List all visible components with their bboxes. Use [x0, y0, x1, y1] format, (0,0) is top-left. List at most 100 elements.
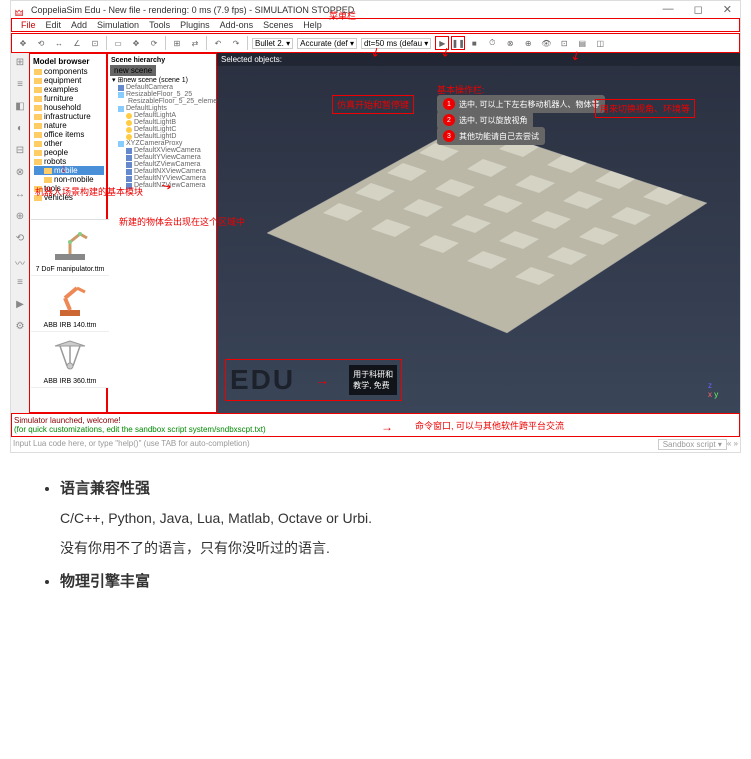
avatar-icon[interactable]: ◐: [13, 123, 27, 137]
mb-item[interactable]: examples: [34, 85, 104, 94]
viewport-3d[interactable]: Selected objects:: [217, 53, 740, 413]
ik-icon[interactable]: ⊕: [13, 211, 27, 225]
sh-item[interactable]: DefaultCamera: [110, 84, 214, 91]
close-button[interactable]: ✕: [719, 3, 736, 16]
camera-pan-icon[interactable]: ✥: [16, 36, 30, 50]
sh-item[interactable]: DefaultZViewCamera: [110, 161, 214, 168]
camera-angle-icon[interactable]: ∠: [70, 36, 84, 50]
dist-icon[interactable]: ↔: [13, 189, 27, 203]
annotation-sim-buttons: 仿真开始和暂停键: [332, 95, 414, 114]
menu-file[interactable]: File: [16, 20, 41, 30]
scroll-arrows[interactable]: « »: [727, 439, 738, 450]
toggle1-icon[interactable]: 👁: [539, 36, 553, 50]
physics-engine-combo[interactable]: Bullet 2. ▾: [252, 38, 293, 49]
transfer-icon[interactable]: ⇄: [188, 36, 202, 50]
path-icon[interactable]: 〰: [13, 255, 27, 269]
viewport-header: Selected objects:: [217, 53, 740, 66]
mb-item[interactable]: people: [34, 148, 104, 157]
sh-item[interactable]: DefaultLights: [110, 105, 214, 112]
rotate-icon[interactable]: ⟳: [147, 36, 161, 50]
threaded-icon[interactable]: ⊗: [503, 36, 517, 50]
separator: [165, 36, 166, 50]
annotation-new-objects: 新建的物体会出现在这个区域中: [119, 215, 245, 228]
sh-item[interactable]: DefaultLightB: [110, 119, 214, 126]
object-icon: [118, 106, 124, 112]
camera-zoom-icon[interactable]: ↔: [52, 36, 66, 50]
hierarchy-icon[interactable]: ⊞: [13, 57, 27, 71]
undo-icon[interactable]: ↶: [211, 36, 225, 50]
camera-rotate-icon[interactable]: ⟲: [34, 36, 48, 50]
bubble-num: 1: [443, 98, 455, 110]
toggle2-icon[interactable]: ⊡: [557, 36, 571, 50]
timestep-combo[interactable]: dt=50 ms (defau ▾: [361, 38, 431, 49]
script-combo[interactable]: Sandbox script ▾: [658, 439, 727, 450]
model-browser-header: Model browser: [32, 56, 104, 67]
sh-item[interactable]: DefaultLightA: [110, 112, 214, 119]
separator: [247, 36, 248, 50]
video-icon[interactable]: ▶: [13, 299, 27, 313]
model-preview-item[interactable]: ABB IRB 360.ttm: [31, 332, 109, 388]
sh-item[interactable]: XYZCameraProxy: [110, 140, 214, 147]
sh-item[interactable]: DefaultLightC: [110, 126, 214, 133]
model-preview-item[interactable]: ABB IRB 140.ttm: [31, 276, 109, 332]
minimize-button[interactable]: —: [659, 3, 678, 16]
dynamics-combo[interactable]: Accurate (def ▾: [297, 38, 357, 49]
mb-item[interactable]: components: [34, 67, 104, 76]
assemble-icon[interactable]: ⊞: [170, 36, 184, 50]
mb-item[interactable]: infrastructure: [34, 112, 104, 121]
sh-root[interactable]: ▾ ⊞ new scene (scene 1): [110, 76, 214, 84]
mb-item[interactable]: robots: [34, 157, 104, 166]
robot-thumbnail: [45, 336, 95, 376]
menu-tools[interactable]: Tools: [144, 20, 175, 30]
mb-item[interactable]: other: [34, 139, 104, 148]
scene-tab[interactable]: new scene: [110, 65, 156, 76]
sh-item[interactable]: ResizableFloor_5_25: [110, 91, 214, 98]
menu-add[interactable]: Add: [66, 20, 92, 30]
camera-icon: [126, 162, 132, 168]
dyn-icon[interactable]: ⟲: [13, 233, 27, 247]
robot-thumbnail: [45, 280, 95, 320]
annotation-menubar: 菜单栏: [329, 9, 356, 22]
sh-item[interactable]: DefaultXViewCamera: [110, 147, 214, 154]
mb-item[interactable]: non-mobile: [34, 175, 104, 184]
menu-edit[interactable]: Edit: [41, 20, 67, 30]
menu-addons[interactable]: Add-ons: [215, 20, 259, 30]
user-settings-icon[interactable]: ⚙: [13, 321, 27, 335]
mb-item[interactable]: office items: [34, 130, 104, 139]
model-icon[interactable]: ◧: [13, 101, 27, 115]
folder-icon: [34, 78, 42, 84]
sh-item[interactable]: DefaultNXViewCamera: [110, 168, 214, 175]
scripts-icon[interactable]: ≡: [13, 277, 27, 291]
select-icon[interactable]: ▭: [111, 36, 125, 50]
sh-item[interactable]: ResizableFloor_5_25_element: [110, 98, 214, 105]
redo-icon[interactable]: ↷: [229, 36, 243, 50]
model-preview-item[interactable]: 7 DoF manipulator.ttm: [31, 220, 109, 276]
camera-fit-icon[interactable]: ⊡: [88, 36, 102, 50]
sh-item[interactable]: DefaultLightD: [110, 133, 214, 140]
visualize-icon[interactable]: ⊕: [521, 36, 535, 50]
realtime-icon[interactable]: ⏱: [485, 36, 499, 50]
calc-icon[interactable]: ⊟: [13, 145, 27, 159]
menu-plugins[interactable]: Plugins: [175, 20, 215, 30]
sh-item[interactable]: DefaultYViewCamera: [110, 154, 214, 161]
mb-item[interactable]: household: [34, 103, 104, 112]
coll-icon[interactable]: ⊗: [13, 167, 27, 181]
move-icon[interactable]: ✥: [129, 36, 143, 50]
stop-button[interactable]: ■: [467, 36, 481, 50]
mb-item[interactable]: furniture: [34, 94, 104, 103]
layers-icon[interactable]: ≡: [13, 79, 27, 93]
maximize-button[interactable]: ◻: [690, 3, 707, 16]
mb-item[interactable]: equipment: [34, 76, 104, 85]
article-text: C/C++, Python, Java, Lua, Matlab, Octave…: [60, 510, 711, 526]
pause-button[interactable]: ❚❚: [451, 36, 465, 50]
titlebar: 🜲 CoppeliaSim Edu - New file - rendering…: [11, 1, 740, 18]
robot-thumbnail: [45, 224, 95, 264]
mb-item[interactable]: nature: [34, 121, 104, 130]
mb-item-selected[interactable]: mobile: [34, 166, 104, 175]
scene-icon[interactable]: ◫: [593, 36, 607, 50]
axis-navigator[interactable]: zx y: [708, 381, 732, 405]
menu-help[interactable]: Help: [298, 20, 327, 30]
lua-input-field[interactable]: Input Lua code here, or type "help()" (u…: [13, 439, 650, 450]
menu-simulation[interactable]: Simulation: [92, 20, 144, 30]
menu-scenes[interactable]: Scenes: [258, 20, 298, 30]
